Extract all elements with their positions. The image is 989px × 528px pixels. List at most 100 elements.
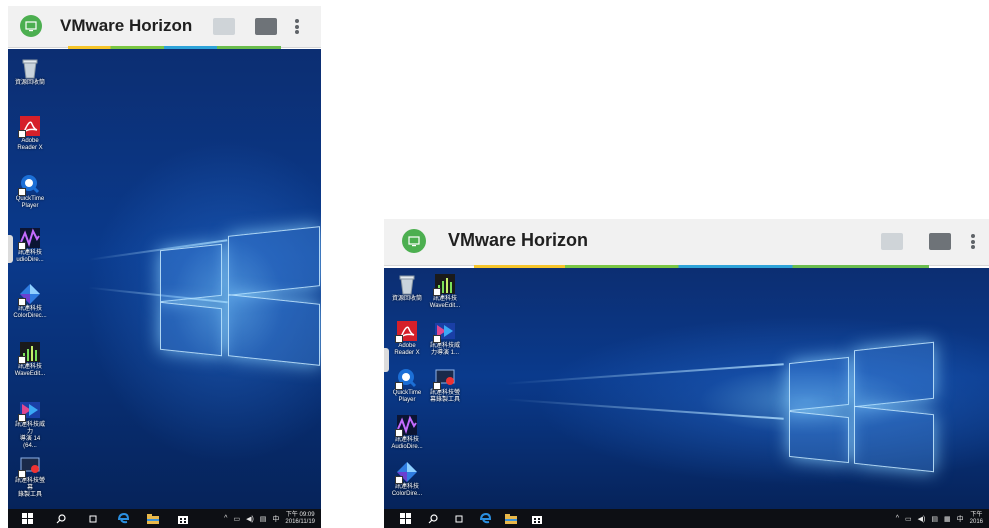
search-icon[interactable] (54, 512, 68, 526)
shortcut-arrow-icon (18, 414, 26, 422)
shortcut-arrow-icon (18, 470, 26, 478)
shortcut-arrow-icon (18, 242, 26, 250)
waveeditor-icon (433, 273, 456, 296)
taskbar: ^ ▭ ◀) ▤ ▦ 中 下午 2016 (384, 509, 989, 528)
desktop-shortcut[interactable]: QuickTime Player (13, 173, 47, 210)
desktop-shortcut[interactable]: 訊連科技螢幕 錄製工具 (13, 455, 47, 499)
pdf-icon (18, 115, 41, 138)
keyboard-layout-icon[interactable]: ▦ (944, 515, 951, 523)
desktop-shortcut[interactable]: 訊連科技螢 幕錄製工具 (428, 367, 462, 404)
keyboard-icon[interactable] (929, 233, 951, 250)
light-beam (504, 398, 784, 420)
screen-recorder-icon (433, 367, 456, 390)
fullscreen-icon[interactable] (213, 18, 235, 35)
task-view-icon[interactable] (86, 512, 100, 526)
side-pull-tab[interactable] (384, 348, 389, 372)
remote-desktop[interactable]: 資源回收筒 Adobe Reader X QuickTime Player 訊連科技 … (8, 49, 321, 509)
start-button[interactable] (20, 512, 34, 526)
clock-date: 2016 (969, 518, 983, 525)
store-icon[interactable] (530, 512, 544, 526)
desktop-shortcut-label: QuickTime Player (392, 390, 422, 403)
ime-indicator[interactable]: 中 (957, 514, 964, 524)
horizon-logo-icon (402, 229, 426, 253)
windows-logo-pane (228, 226, 320, 296)
desktop-shortcut-label: 訊連科技威 力導演 1... (429, 343, 460, 356)
desktop-shortcut[interactable]: 訊連科技威力 導演 14 (64... (13, 399, 47, 450)
desktop-shortcut-label: 訊連科技 ColorDire... (391, 484, 423, 497)
tray-chevron-icon[interactable]: ^ (896, 515, 899, 522)
desktop-shortcut[interactable]: 訊連科技 WaveEdit... (428, 273, 462, 310)
shortcut-arrow-icon (18, 130, 26, 138)
desktop-shortcut[interactable]: 訊連科技威 力導演 1... (428, 320, 462, 357)
app-title: VMware Horizon (60, 16, 193, 35)
shortcut-arrow-icon (395, 476, 403, 484)
task-view-icon[interactable] (452, 512, 466, 526)
desktop-shortcut[interactable]: 訊連科技 ColorDirec... (13, 283, 47, 320)
desktop-shortcut[interactable]: 資源回收筒 (13, 57, 47, 87)
ime-indicator[interactable]: 中 (272, 514, 279, 524)
more-menu-icon[interactable] (295, 19, 301, 34)
windows-logo-pane (160, 301, 222, 357)
system-tray: ^ ▭ ◀) ▤ 中 下午 09:09 2016/11/19 (224, 509, 315, 528)
tray-chevron-icon[interactable]: ^ (224, 515, 227, 522)
file-explorer-icon[interactable] (146, 512, 160, 526)
desktop-shortcut[interactable]: Adobe Reader X (390, 320, 424, 357)
recycle-bin-icon (396, 273, 418, 295)
store-icon[interactable] (176, 512, 190, 526)
audiodirector-icon (395, 414, 418, 437)
search-icon[interactable] (426, 512, 440, 526)
desktop-shortcut-label: 資源回收筒 (391, 296, 422, 302)
network-icon[interactable]: ▭ (905, 515, 912, 523)
horizon-landscape-view: VMware Horizon 資源回收筒 訊連科技 WaveEdit... Adob… (384, 219, 989, 528)
desktop-shortcut[interactable]: QuickTime Player (390, 367, 424, 404)
remote-desktop[interactable]: 資源回收筒 訊連科技 WaveEdit... Adobe Reader X 訊連科技威… (384, 268, 989, 509)
network-icon[interactable]: ▭ (233, 515, 240, 523)
more-menu-icon[interactable] (971, 234, 977, 249)
desktop-shortcut[interactable]: 訊連科技 ColorDire... (390, 461, 424, 498)
windows-logo-pane (160, 243, 222, 303)
taskbar-clock[interactable]: 下午 09:09 2016/11/19 (285, 512, 315, 526)
shortcut-arrow-icon (395, 429, 403, 437)
desktop-shortcut-label: 訊連科技螢幕 錄製工具 (14, 478, 45, 498)
keyboard-icon[interactable] (255, 18, 277, 35)
desktop-shortcut-label: QuickTime Player (15, 196, 45, 209)
volume-icon[interactable]: ◀) (246, 515, 254, 523)
clock-date: 2016/11/19 (285, 518, 315, 525)
desktop-shortcut-label: 訊連科技 udioDire... (16, 250, 44, 263)
desktop-shortcut-label: Adobe Reader X (394, 343, 420, 356)
notification-icon[interactable]: ▤ (260, 515, 267, 523)
windows-logo-pane (854, 341, 934, 408)
shortcut-arrow-icon (395, 382, 403, 390)
desktop-shortcut[interactable]: 訊連科技 udioDire... (13, 227, 47, 264)
horizon-portrait-view: VMware Horizon 資源回收筒 Adobe Reader X QuickT… (8, 6, 321, 528)
edge-browser-icon[interactable] (478, 512, 492, 526)
shortcut-arrow-icon (18, 356, 26, 364)
taskbar-clock[interactable]: 下午 2016 (970, 512, 983, 526)
volume-icon[interactable]: ◀) (918, 515, 926, 523)
desktop-shortcut-label: 訊連科技 WaveEdit... (14, 364, 46, 377)
notification-icon[interactable]: ▤ (931, 515, 938, 523)
windows-logo-pane (789, 410, 849, 464)
windows-logo-pane (854, 405, 934, 473)
audiodirector-icon (18, 227, 41, 250)
waveeditor-icon (18, 341, 41, 364)
screen-recorder-icon (18, 455, 41, 478)
shortcut-arrow-icon (18, 298, 26, 306)
desktop-shortcut[interactable]: Adobe Reader X (13, 115, 47, 152)
app-title: VMware Horizon (448, 230, 589, 250)
shortcut-arrow-icon (395, 335, 403, 343)
edge-browser-icon[interactable] (116, 512, 130, 526)
fullscreen-icon[interactable] (881, 233, 903, 250)
desktop-shortcut[interactable]: 資源回收筒 (390, 273, 424, 303)
file-explorer-icon[interactable] (504, 512, 518, 526)
system-tray: ^ ▭ ◀) ▤ ▦ 中 下午 2016 (896, 509, 983, 528)
desktop-shortcut-label: 資源回收筒 (14, 80, 45, 86)
shortcut-arrow-icon (433, 335, 441, 343)
horizon-logo-icon (20, 15, 42, 37)
start-button[interactable] (398, 512, 412, 526)
shortcut-arrow-icon (433, 382, 441, 390)
desktop-shortcut[interactable]: 訊連科技 AudioDire... (390, 414, 424, 451)
desktop-shortcut[interactable]: 訊連科技 WaveEdit... (13, 341, 47, 378)
taskbar: ^ ▭ ◀) ▤ 中 下午 09:09 2016/11/19 (8, 509, 321, 528)
clock-time: 下午 (970, 511, 983, 518)
